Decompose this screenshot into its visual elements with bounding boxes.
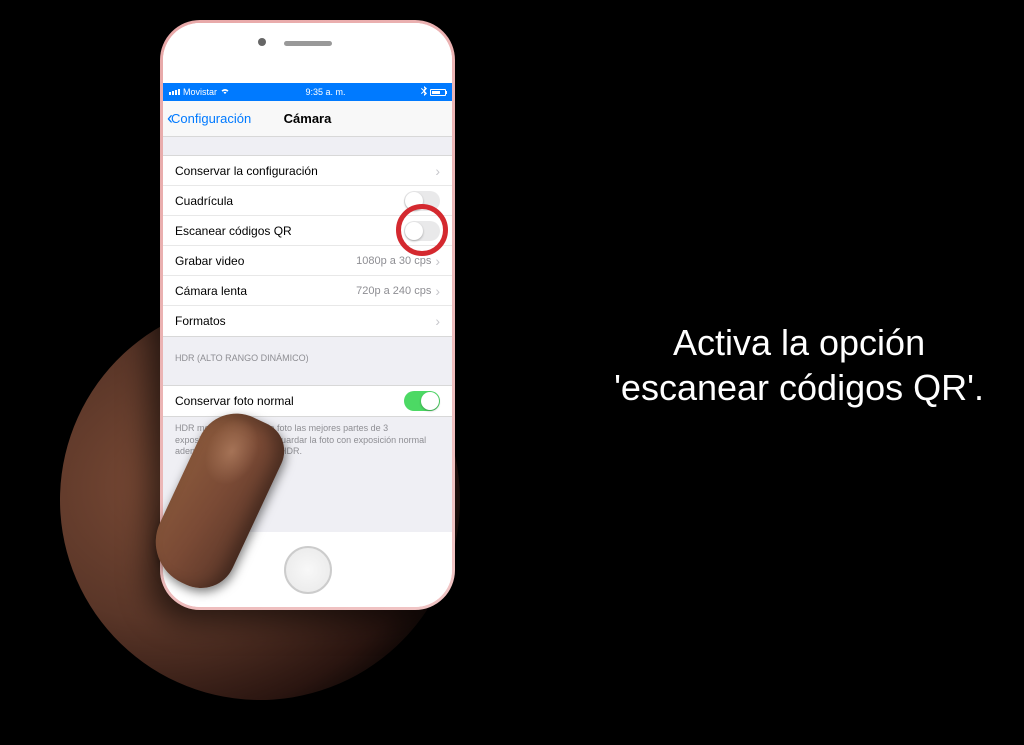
row-record-video[interactable]: Grabar video 1080p a 30 cps › [163, 246, 452, 276]
navigation-bar: ‹ Configuración Cámara [163, 101, 452, 137]
row-preserve-settings[interactable]: Conservar la configuración › [163, 156, 452, 186]
back-button[interactable]: ‹ Configuración [163, 108, 251, 129]
carrier-label: Movistar [183, 87, 217, 97]
instruction-line2: 'escanear códigos QR'. [614, 365, 984, 410]
row-value: 720p a 240 cps [356, 285, 431, 297]
row-label: Cámara lenta [175, 284, 356, 298]
instruction-line1: Activa la opción [614, 320, 984, 365]
status-time: 9:35 a. m. [305, 87, 345, 97]
chevron-right-icon: › [435, 253, 440, 269]
wifi-icon [220, 87, 230, 97]
page-title: Cámara [284, 111, 332, 126]
toggle-grid[interactable] [404, 191, 440, 211]
chevron-right-icon: › [435, 163, 440, 179]
bluetooth-icon [421, 86, 427, 98]
toggle-scan-qr[interactable] [404, 221, 440, 241]
signal-icon [169, 89, 180, 95]
row-formats[interactable]: Formatos › [163, 306, 452, 336]
row-label: Conservar foto normal [175, 394, 404, 408]
row-label: Conservar la configuración [175, 164, 435, 178]
row-label: Formatos [175, 314, 435, 328]
phone-bezel-top [163, 23, 452, 83]
row-label: Grabar video [175, 254, 356, 268]
section-header-hdr: HDR (ALTO RANGO DINÁMICO) [163, 337, 452, 367]
front-camera-icon [258, 38, 266, 46]
row-scan-qr[interactable]: Escanear códigos QR [163, 216, 452, 246]
row-label: Cuadrícula [175, 194, 404, 208]
row-keep-normal[interactable]: Conservar foto normal [163, 386, 452, 416]
toggle-keep-normal[interactable] [404, 391, 440, 411]
battery-icon [430, 89, 446, 96]
back-label: Configuración [171, 111, 251, 126]
chevron-right-icon: › [435, 313, 440, 329]
row-slow-motion[interactable]: Cámara lenta 720p a 240 cps › [163, 276, 452, 306]
chevron-right-icon: › [435, 283, 440, 299]
row-grid[interactable]: Cuadrícula [163, 186, 452, 216]
row-label: Escanear códigos QR [175, 224, 404, 238]
status-bar: Movistar 9:35 a. m. [163, 83, 452, 101]
settings-group-1: Conservar la configuración › Cuadrícula … [163, 155, 452, 337]
settings-group-2: Conservar foto normal [163, 385, 452, 417]
home-button[interactable] [284, 546, 332, 594]
instruction-text: Activa la opción 'escanear códigos QR'. [614, 320, 984, 410]
speaker-icon [284, 41, 332, 46]
row-value: 1080p a 30 cps [356, 255, 431, 267]
